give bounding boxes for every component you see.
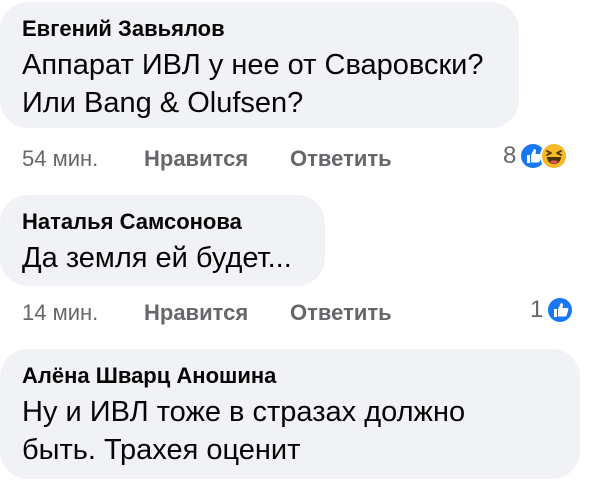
like-icon xyxy=(546,296,575,324)
comment-bubble: Алёна Шварц Аношина Ну и ИВЛ тоже в стра… xyxy=(0,349,580,479)
comment-author[interactable]: Наталья Самсонова xyxy=(22,209,303,235)
reaction-summary[interactable]: 8 xyxy=(503,142,569,170)
comment-text: Да земля ей будет... xyxy=(22,242,292,274)
reply-button[interactable]: Ответить xyxy=(290,300,392,326)
like-button[interactable]: Нравится xyxy=(144,300,248,326)
reaction-count: 1 xyxy=(530,296,544,323)
reaction-count: 8 xyxy=(503,142,517,169)
comment-bubble: Евгений Завьялов Аппарат ИВЛ у нее от Св… xyxy=(0,2,519,128)
comment-bubble: Наталья Самсонова Да земля ей будет... xyxy=(0,195,325,286)
comment-author[interactable]: Евгений Завьялов xyxy=(22,16,497,42)
comment-text: Ну и ИВЛ тоже в стразах должно быть. Тра… xyxy=(22,396,466,466)
haha-icon xyxy=(540,142,569,170)
reaction-summary[interactable]: 1 xyxy=(530,296,575,324)
comment-timestamp[interactable]: 54 мин. xyxy=(22,146,98,172)
comment-author[interactable]: Алёна Шварц Аношина xyxy=(22,363,558,389)
comment-text: Аппарат ИВЛ у нее от Сваровски? Или Bang… xyxy=(22,49,484,119)
reply-button[interactable]: Ответить xyxy=(290,146,392,172)
comment-actions: 14 мин. Нравится Ответить xyxy=(22,299,442,327)
comment-actions: 54 мин. Нравится Ответить xyxy=(22,145,442,173)
comment-timestamp[interactable]: 14 мин. xyxy=(22,300,98,326)
like-button[interactable]: Нравится xyxy=(144,146,248,172)
